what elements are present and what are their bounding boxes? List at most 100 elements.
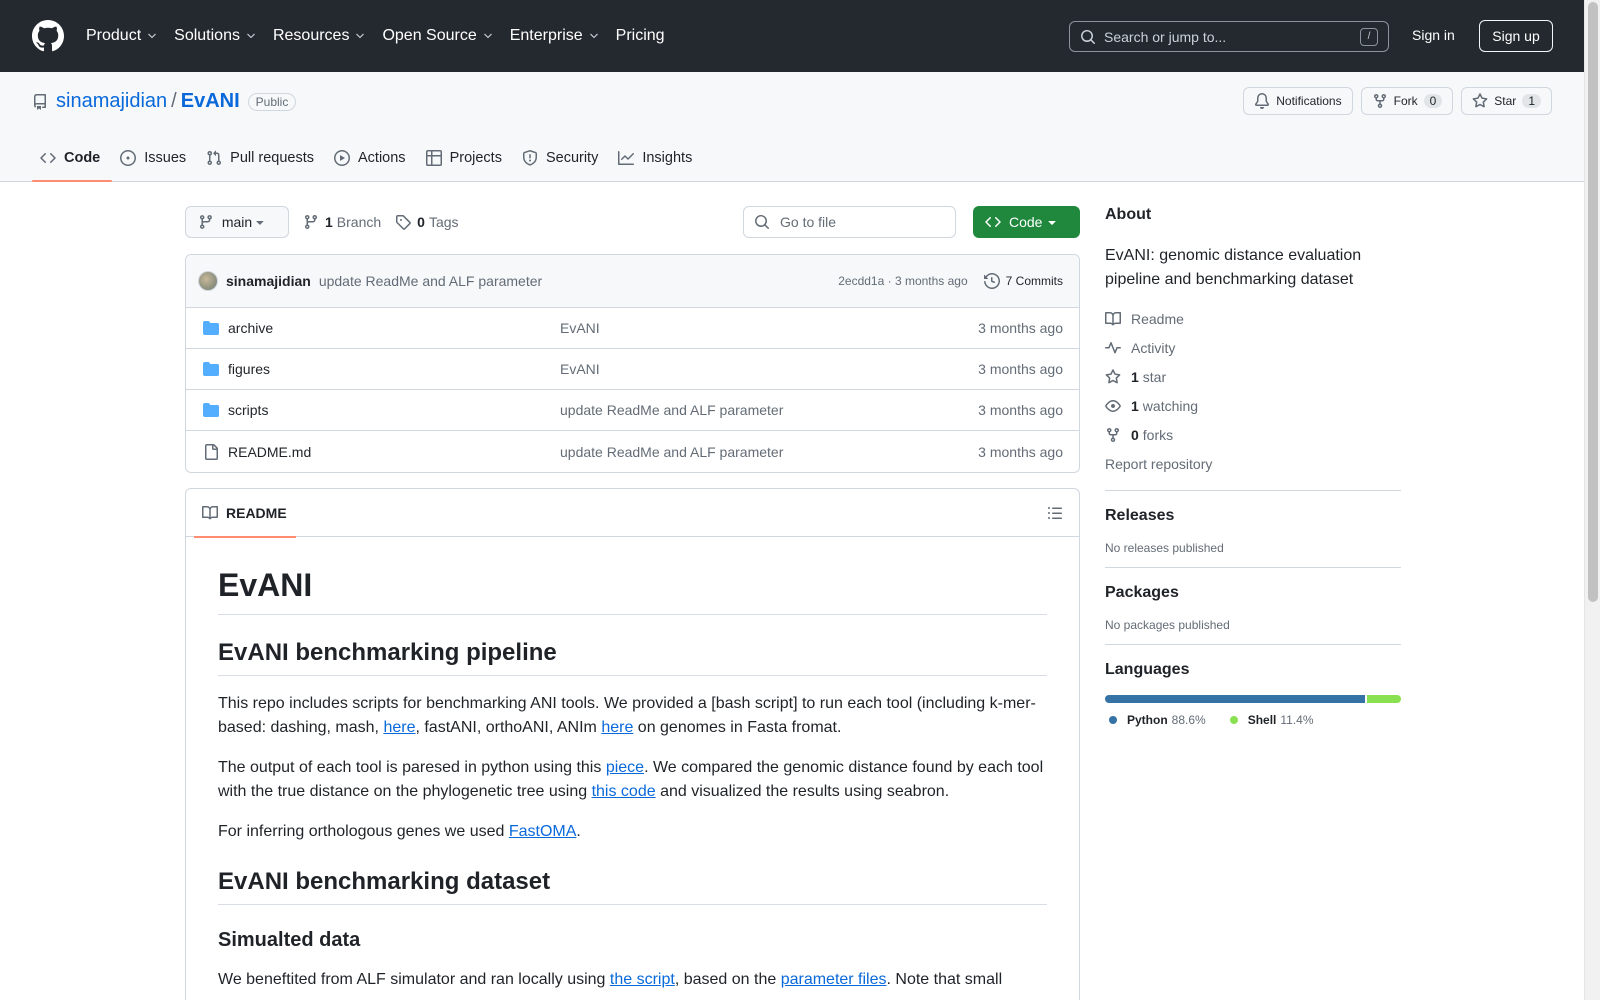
text-span: and visualized the results using seabron… [655,783,950,800]
star-label: Star [1494,94,1517,108]
fork-icon [1107,427,1119,442]
nav-enterprise[interactable]: Enterprise [510,27,600,45]
readme-link[interactable]: here [601,719,633,736]
commit-meta[interactable]: 2ecdd1a · 3 months ago [838,274,967,288]
commits-count: 7 Commits [1005,274,1063,288]
readme-paragraph: We beneftited from ALF simulator and ran… [218,968,1047,992]
packages-empty: No packages published [1105,618,1230,632]
nav-open-source[interactable]: Open Source [382,27,493,45]
star-icon [1472,93,1488,108]
nav-resources-label: Resources [272,27,350,44]
tags-link[interactable]: 0 Tags [395,214,459,230]
report-repository-link[interactable]: Report repository [1105,449,1401,478]
readme-link[interactable]: parameter files [781,971,887,988]
code-dropdown-button[interactable]: Code [973,206,1080,238]
file-commit-message[interactable]: EvANI [560,361,600,377]
file-commit-message[interactable]: update ReadMe and ALF parameter [560,402,783,418]
nav-product-label: Product [86,27,142,44]
text-span: on genomes in Fasta fromat. [633,719,842,736]
tab-insights[interactable]: Insights [610,134,704,182]
branch-count: 1 [325,214,333,230]
repo-owner-link[interactable]: sinamajidian [56,90,167,113]
star-icon [1105,368,1121,383]
file-name-link[interactable]: README.md [228,444,311,460]
star-button[interactable]: Star 1 [1461,87,1552,115]
avatar[interactable] [198,271,218,291]
search-input[interactable]: Search or jump to... / [1069,21,1389,52]
commit-message-link[interactable]: update ReadMe and ALF parameter [319,273,542,289]
sign-in-link[interactable]: Sign in [1412,27,1455,43]
commits-history-link[interactable]: 7 Commits [983,273,1063,289]
file-name-link[interactable]: archive [228,320,273,336]
file-name-link[interactable]: scripts [228,402,268,418]
tab-security[interactable]: Security [514,134,610,182]
activity-link[interactable]: Activity [1105,333,1401,362]
readme-link[interactable]: here [383,719,415,736]
languages-title: Languages [1105,661,1190,678]
watching-label: watching [1142,397,1199,414]
readme-title: EvANI [218,567,1047,615]
nav-pricing-label: Pricing [615,27,665,44]
stars-link[interactable]: 1 star [1105,362,1401,391]
github-logo-icon[interactable] [32,20,64,52]
watchers-link[interactable]: 1 watching [1105,391,1401,420]
git-branch-icon [199,215,212,229]
text-span: . [576,823,581,840]
file-name-link[interactable]: figures [228,361,270,377]
shield-icon [522,150,537,166]
forks-label: forks [1142,426,1174,443]
tab-code[interactable]: Code [32,134,113,182]
repo-header: sinamajidian / EvANI Public Notification… [0,72,1584,182]
sign-up-button[interactable]: Sign up [1479,20,1553,52]
page-scrollbar[interactable] [1584,0,1600,1000]
readme-link[interactable]: Readme [1105,304,1401,333]
tab-issues[interactable]: Issues [112,134,198,182]
tab-readme[interactable]: README [194,489,296,538]
table-row: scripts update ReadMe and ALF parameter … [186,390,1079,431]
tab-pull-requests[interactable]: Pull requests [198,134,326,182]
go-to-file-input[interactable]: Go to file [743,206,956,238]
readme-tabs: README [186,489,1079,538]
text-span: We beneftited from ALF simulator and ran… [218,971,610,988]
file-age: 3 months ago [978,320,1063,336]
tab-actions[interactable]: Actions [326,134,418,182]
file-age: 3 months ago [978,443,1063,460]
language-bar [1105,695,1401,703]
scrollbar-thumb[interactable] [1588,2,1598,602]
fork-icon [1373,94,1386,109]
folder-icon [203,362,219,376]
list-unordered-icon[interactable] [1047,505,1063,521]
branches-link[interactable]: 1 Branch [303,214,381,230]
packages-title[interactable]: Packages [1105,584,1401,602]
forks-link[interactable]: 0 forks [1105,420,1401,449]
file-commit-message[interactable]: EvANI [560,320,600,336]
readme-link[interactable]: this code [592,783,656,800]
nav-pricing[interactable]: Pricing [616,27,665,45]
git-branch-icon [304,215,317,230]
commit-author-link[interactable]: sinamajidian [226,273,311,289]
repo-name-link[interactable]: EvANI [181,90,240,113]
main-column: main 1 Branch 0 Tags Go to file Code sin… [185,206,1080,1000]
readme-link[interactable]: piece [606,759,644,776]
readme-link[interactable]: FastOMA [509,823,577,840]
text-span: , based on the [674,971,781,988]
divider [1105,490,1401,491]
nav-resources[interactable]: Resources [273,27,366,45]
branch-selector[interactable]: main [185,206,289,238]
language-item[interactable]: Shell 11.4% [1229,713,1314,727]
readme-link[interactable]: the script [610,971,675,988]
nav-solutions[interactable]: Solutions [174,27,257,45]
language-item[interactable]: Python 88.6% [1109,713,1206,727]
notifications-button[interactable]: Notifications [1243,87,1353,115]
language-name: Python [1127,713,1168,727]
releases-title[interactable]: Releases [1105,507,1401,525]
file-commit-message[interactable]: update ReadMe and ALF parameter [560,444,783,460]
fork-button[interactable]: Fork 0 [1360,87,1454,115]
chevron-down-icon [589,33,598,39]
star-counter: 1 [1522,94,1541,108]
visibility-badge: Public [247,92,297,111]
code-icon [985,216,1001,228]
language-dot-icon [1109,716,1117,724]
nav-product[interactable]: Product [86,27,158,45]
tab-projects[interactable]: Projects [418,134,514,182]
